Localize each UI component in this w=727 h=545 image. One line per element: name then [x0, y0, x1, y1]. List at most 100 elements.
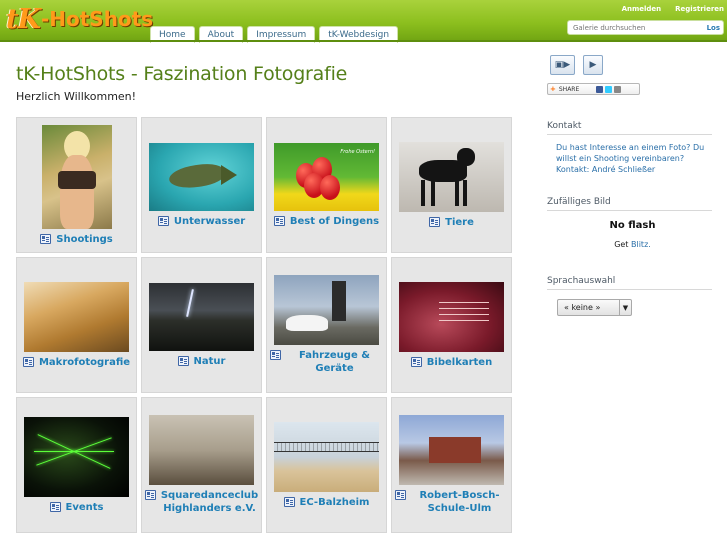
album-card[interactable]: Robert-Bosch-Schule-Ulm [391, 397, 512, 533]
slideshow-button[interactable]: ▣▶ [550, 55, 575, 75]
thumb-detail [431, 179, 435, 206]
album-card[interactable]: Unterwasser [141, 117, 262, 253]
chevron-down-icon[interactable]: ▼ [619, 300, 631, 315]
album-icon [40, 233, 52, 244]
logo-hotshots-text: -HotShots [40, 7, 154, 31]
album-label[interactable]: Natur [194, 355, 226, 368]
album-thumb-tiere[interactable] [399, 141, 504, 212]
share-icons [596, 85, 622, 93]
get-flash-text: Get Blitz. [553, 240, 712, 249]
thumb-detail [59, 154, 94, 229]
search-input[interactable] [568, 21, 707, 34]
album-thumb-shootings[interactable] [41, 124, 112, 229]
thumb-detail [167, 160, 227, 191]
album-caption[interactable]: Best of Dingens [271, 215, 382, 228]
album-thumb-unterwasser[interactable] [149, 142, 254, 211]
album-card[interactable]: Natur [141, 257, 262, 393]
language-section: Sprachauswahl « keine » ▼ [547, 276, 712, 316]
album-thumb-events[interactable] [24, 416, 129, 497]
nav-tab-home[interactable]: Home [150, 26, 195, 43]
album-caption[interactable]: Squaredanceclub Highlanders e.V. [142, 489, 261, 515]
language-heading: Sprachauswahl [547, 276, 712, 290]
album-caption[interactable]: Tiere [426, 216, 477, 229]
album-caption[interactable]: Makrofotografie [20, 356, 133, 369]
language-select[interactable]: « keine » ▼ [557, 299, 632, 316]
get-text: Get [614, 240, 629, 249]
nav-tab-about[interactable]: About [198, 26, 244, 43]
album-label[interactable]: Best of Dingens [290, 215, 379, 228]
album-card[interactable]: Tiere [391, 117, 512, 253]
album-card[interactable]: Shootings [16, 117, 137, 253]
album-label[interactable]: Squaredanceclub Highlanders e.V. [161, 489, 258, 515]
album-card[interactable]: Frohe Ostern! Best of Dingens [266, 117, 387, 253]
site-logo[interactable]: tK -HotShots [6, 3, 154, 35]
album-label[interactable]: Unterwasser [174, 215, 245, 228]
album-icon [144, 490, 156, 500]
album-caption[interactable]: Fahrzeuge & Geräte [267, 349, 386, 375]
thumb-detail [421, 179, 425, 206]
album-card[interactable]: Squaredanceclub Highlanders e.V. [141, 397, 262, 533]
album-label[interactable]: Events [66, 501, 104, 514]
album-thumb-bosch[interactable] [399, 415, 504, 485]
flash-link[interactable]: Blitz. [631, 240, 651, 249]
thumb-detail [221, 164, 237, 185]
album-caption[interactable]: Shootings [37, 233, 116, 246]
album-caption[interactable]: Unterwasser [155, 215, 248, 228]
album-icon [283, 496, 295, 507]
random-image-heading: Zufälliges Bild [547, 197, 712, 211]
album-thumb-dingens[interactable]: Frohe Ostern! [274, 142, 379, 211]
album-label[interactable]: EC-Balzheim [300, 496, 370, 509]
album-caption[interactable]: EC-Balzheim [281, 496, 373, 509]
album-thumb-balzheim[interactable] [274, 421, 379, 492]
user-links: Anmelden Registrieren [622, 5, 724, 13]
album-caption[interactable]: Bibelkarten [408, 356, 495, 369]
album-label[interactable]: Tiere [445, 216, 474, 229]
album-icon [49, 501, 61, 512]
thumb-detail [457, 147, 475, 166]
album-card[interactable]: Bibelkarten [391, 257, 512, 393]
album-label[interactable]: Robert-Bosch-Schule-Ulm [411, 489, 508, 515]
nav-tab-impressum[interactable]: Impressum [247, 26, 316, 43]
album-icon [270, 350, 281, 360]
album-thumb-squaredance[interactable] [149, 415, 254, 485]
album-card[interactable]: Makrofotografie [16, 257, 137, 393]
album-card[interactable]: EC-Balzheim [266, 397, 387, 533]
thumb-detail [320, 174, 340, 200]
album-thumb-makro[interactable] [24, 281, 129, 352]
slideshow-controls: ▣▶ ▶ [550, 55, 712, 75]
play-button[interactable]: ▶ [583, 55, 603, 75]
share-button[interactable]: + SHARE [547, 83, 640, 95]
random-image-section: Zufälliges Bild No flash Get Blitz. [547, 197, 712, 249]
album-thumb-fahrzeuge[interactable] [274, 275, 379, 345]
thumb-detail [186, 288, 194, 317]
album-label[interactable]: Fahrzeuge & Geräte [286, 349, 383, 375]
album-label[interactable]: Makrofotografie [39, 356, 130, 369]
nav-tab-webdesign[interactable]: tK-Webdesign [319, 26, 399, 43]
album-label[interactable]: Bibelkarten [427, 356, 492, 369]
page-title: tK-HotShots - Faszination Fotografie [16, 63, 348, 85]
album-caption[interactable]: Natur [175, 355, 229, 368]
login-link[interactable]: Anmelden [622, 5, 662, 13]
album-thumb-natur[interactable] [149, 282, 254, 351]
album-card[interactable]: Fahrzeuge & Geräte [266, 257, 387, 393]
kontakt-text[interactable]: Du hast Interesse an einem Foto? Du will… [556, 142, 712, 175]
album-icon [177, 355, 189, 366]
album-icon [273, 215, 285, 226]
thumb-caption-text: Frohe Ostern! [340, 148, 375, 155]
album-caption[interactable]: Robert-Bosch-Schule-Ulm [392, 489, 511, 515]
share-plus-icon: + [550, 85, 556, 93]
search-go-button[interactable]: Los [707, 24, 723, 32]
email-icon [614, 85, 622, 93]
album-caption[interactable]: Events [47, 501, 107, 514]
album-card[interactable]: Events [16, 397, 137, 533]
album-thumb-bibel[interactable] [399, 281, 504, 352]
register-link[interactable]: Registrieren [675, 5, 724, 13]
thumb-detail [439, 307, 489, 309]
language-selected: « keine » [564, 303, 601, 312]
album-label[interactable]: Shootings [56, 233, 113, 246]
logo-tk-text: tK [6, 3, 41, 35]
no-flash-text: No flash [609, 220, 656, 231]
thumb-detail [439, 313, 489, 315]
album-icon [429, 216, 441, 227]
facebook-icon [596, 85, 604, 93]
